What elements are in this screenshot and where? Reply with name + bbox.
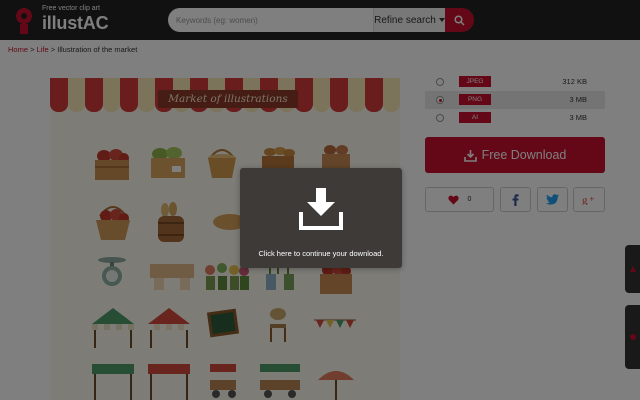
continue-download-dialog[interactable]: Click here to continue your download.	[240, 168, 402, 268]
continue-download-message: Click here to continue your download.	[258, 249, 384, 258]
download-icon	[299, 188, 343, 230]
